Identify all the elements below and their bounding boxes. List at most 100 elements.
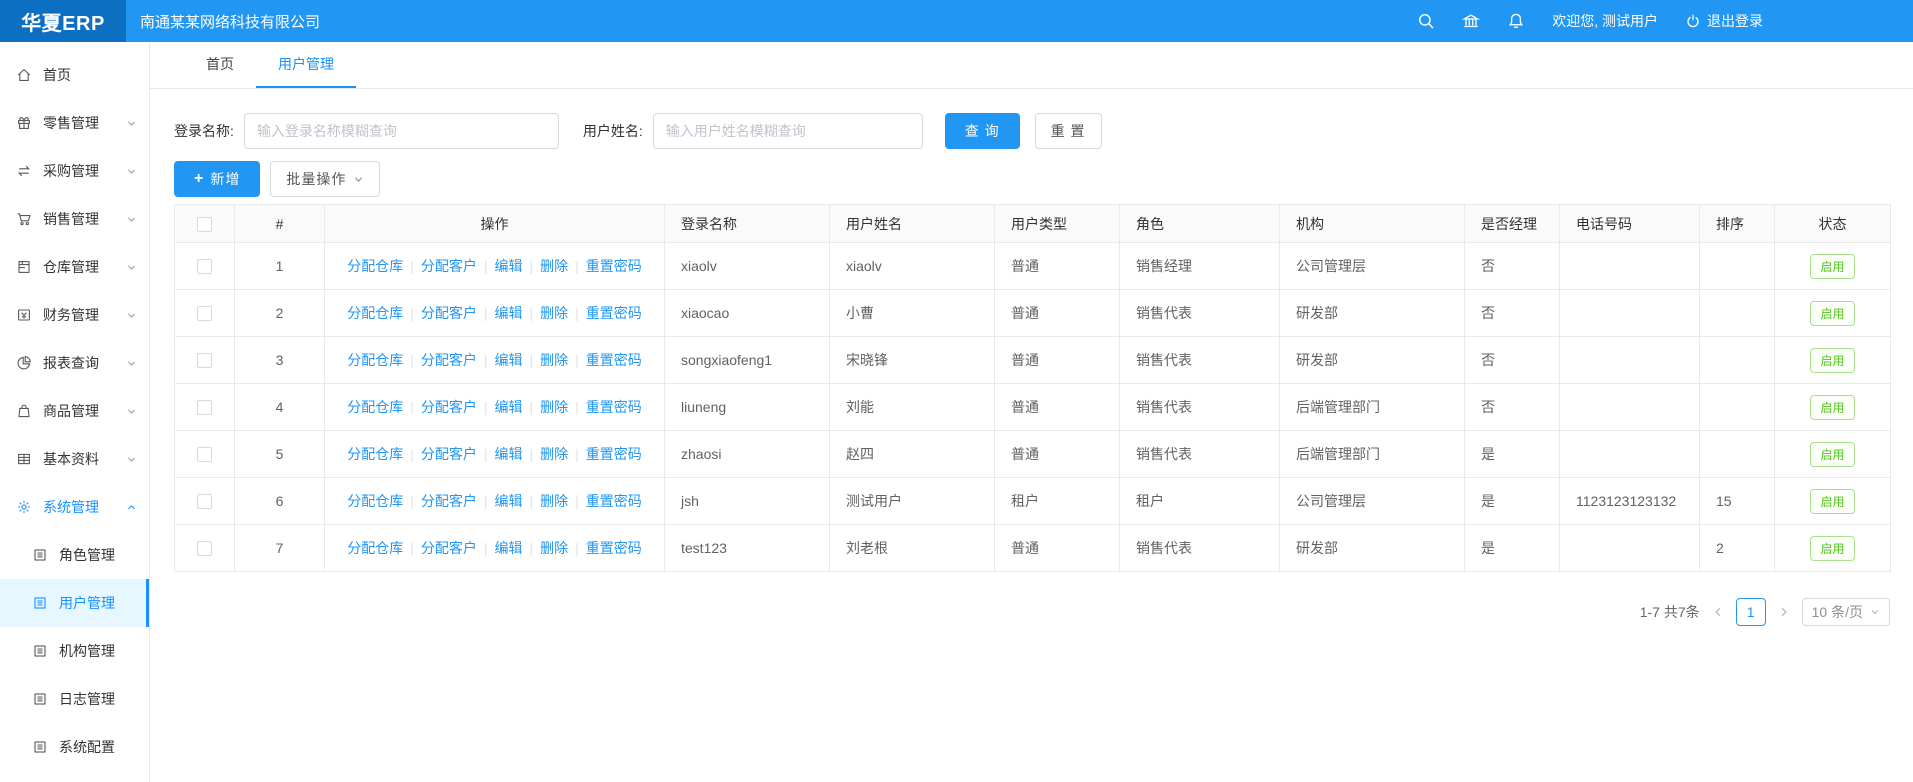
action-reset-password-link[interactable]: 重置密码 <box>586 446 642 462</box>
next-page-button[interactable] <box>1778 606 1790 618</box>
user-name-label: 用户姓名: <box>583 121 643 141</box>
action-assign-customer-link[interactable]: 分配客户 <box>421 493 477 509</box>
action-delete-link[interactable]: 删除 <box>540 352 568 368</box>
sidebar-item-report[interactable]: 报表查询 <box>0 339 149 387</box>
action-separator: | <box>410 352 414 368</box>
sidebar-item-label: 零售管理 <box>43 113 99 133</box>
sidebar-item-retail[interactable]: 零售管理 <box>0 99 149 147</box>
action-edit-link[interactable]: 编辑 <box>495 540 523 556</box>
sidebar-item-goods[interactable]: 商品管理 <box>0 387 149 435</box>
action-edit-link[interactable]: 编辑 <box>495 352 523 368</box>
action-assign-warehouse-link[interactable]: 分配仓库 <box>347 305 403 321</box>
action-assign-customer-link[interactable]: 分配客户 <box>421 305 477 321</box>
tab-user-manage[interactable]: 用户管理 <box>256 42 356 88</box>
page-number-button[interactable]: 1 <box>1736 598 1766 626</box>
sidebar-item-purchase[interactable]: 采购管理 <box>0 147 149 195</box>
sidebar-item-sales[interactable]: 销售管理 <box>0 195 149 243</box>
action-reset-password-link[interactable]: 重置密码 <box>586 540 642 556</box>
reset-button[interactable]: 重 置 <box>1035 113 1102 149</box>
action-assign-customer-link[interactable]: 分配客户 <box>421 399 477 415</box>
action-delete-link[interactable]: 删除 <box>540 399 568 415</box>
action-edit-link[interactable]: 编辑 <box>495 399 523 415</box>
sidebar-item-label: 仓库管理 <box>43 257 99 277</box>
action-delete-link[interactable]: 删除 <box>540 446 568 462</box>
cell-user_name: 宋晓锋 <box>830 337 995 384</box>
search-icon[interactable] <box>1417 12 1435 30</box>
batch-actions-button[interactable]: 批量操作 <box>270 161 380 197</box>
table-row: 7分配仓库|分配客户|编辑|删除|重置密码test123刘老根普通销售代表研发部… <box>175 525 1891 572</box>
sidebar-item-org-manage[interactable]: 机构管理 <box>0 627 149 675</box>
chevron-down-icon <box>126 310 137 321</box>
action-delete-link[interactable]: 删除 <box>540 305 568 321</box>
action-edit-link[interactable]: 编辑 <box>495 493 523 509</box>
status-badge[interactable]: 启用 <box>1810 348 1854 373</box>
row-actions: 分配仓库|分配客户|编辑|删除|重置密码 <box>325 290 665 337</box>
action-assign-warehouse-link[interactable]: 分配仓库 <box>347 352 403 368</box>
action-assign-warehouse-link[interactable]: 分配仓库 <box>347 540 403 556</box>
action-edit-link[interactable]: 编辑 <box>495 305 523 321</box>
action-assign-customer-link[interactable]: 分配客户 <box>421 446 477 462</box>
action-separator: | <box>484 493 488 509</box>
sidebar-item-role-manage[interactable]: 角色管理 <box>0 531 149 579</box>
action-reset-password-link[interactable]: 重置密码 <box>586 305 642 321</box>
logout-button[interactable]: 退出登录 <box>1685 11 1763 31</box>
action-separator: | <box>530 540 534 556</box>
goods-icon <box>16 403 32 419</box>
page-size-select[interactable]: 10 条/页 <box>1802 598 1890 626</box>
action-assign-customer-link[interactable]: 分配客户 <box>421 540 477 556</box>
row-checkbox[interactable] <box>197 353 212 368</box>
status-badge[interactable]: 启用 <box>1810 489 1854 514</box>
action-reset-password-link[interactable]: 重置密码 <box>586 352 642 368</box>
action-assign-warehouse-link[interactable]: 分配仓库 <box>347 493 403 509</box>
status-badge[interactable]: 启用 <box>1810 395 1854 420</box>
action-reset-password-link[interactable]: 重置密码 <box>586 493 642 509</box>
chevron-down-icon <box>126 406 137 417</box>
status-badge[interactable]: 启用 <box>1810 254 1854 279</box>
action-separator: | <box>530 446 534 462</box>
action-reset-password-link[interactable]: 重置密码 <box>586 399 642 415</box>
action-assign-customer-link[interactable]: 分配客户 <box>421 258 477 274</box>
sidebar-item-label: 机构管理 <box>59 641 115 661</box>
action-assign-customer-link[interactable]: 分配客户 <box>421 352 477 368</box>
cell-user_type: 普通 <box>995 384 1120 431</box>
sidebar-item-sys-config[interactable]: 系统配置 <box>0 723 149 771</box>
action-assign-warehouse-link[interactable]: 分配仓库 <box>347 258 403 274</box>
bank-icon[interactable] <box>1462 12 1480 30</box>
status-badge[interactable]: 启用 <box>1810 442 1854 467</box>
status-badge[interactable]: 启用 <box>1810 536 1854 561</box>
sidebar-item-system[interactable]: 系统管理 <box>0 483 149 531</box>
add-button[interactable]: +新增 <box>174 161 260 197</box>
row-checkbox[interactable] <box>197 306 212 321</box>
login-name-input[interactable] <box>244 113 559 149</box>
row-checkbox[interactable] <box>197 541 212 556</box>
action-edit-link[interactable]: 编辑 <box>495 258 523 274</box>
search-button[interactable]: 查 询 <box>945 113 1020 149</box>
sidebar-item-log-manage[interactable]: 日志管理 <box>0 675 149 723</box>
action-assign-warehouse-link[interactable]: 分配仓库 <box>347 446 403 462</box>
action-reset-password-link[interactable]: 重置密码 <box>586 258 642 274</box>
status-badge[interactable]: 启用 <box>1810 301 1854 326</box>
row-checkbox[interactable] <box>197 259 212 274</box>
app-logo[interactable]: 华夏ERP <box>0 0 126 42</box>
row-checkbox[interactable] <box>197 494 212 509</box>
table-row: 5分配仓库|分配客户|编辑|删除|重置密码zhaosi赵四普通销售代表后端管理部… <box>175 431 1891 478</box>
action-delete-link[interactable]: 删除 <box>540 493 568 509</box>
action-delete-link[interactable]: 删除 <box>540 258 568 274</box>
sidebar-item-user-manage[interactable]: 用户管理 <box>0 579 149 627</box>
row-checkbox[interactable] <box>197 400 212 415</box>
select-all-checkbox[interactable] <box>197 217 212 232</box>
action-separator: | <box>410 258 414 274</box>
sidebar-item-finance[interactable]: 财务管理 <box>0 291 149 339</box>
column-header: 操作 <box>325 205 665 243</box>
row-checkbox[interactable] <box>197 447 212 462</box>
action-assign-warehouse-link[interactable]: 分配仓库 <box>347 399 403 415</box>
prev-page-button[interactable] <box>1712 606 1724 618</box>
action-delete-link[interactable]: 删除 <box>540 540 568 556</box>
sidebar-item-warehouse[interactable]: 仓库管理 <box>0 243 149 291</box>
action-edit-link[interactable]: 编辑 <box>495 446 523 462</box>
sidebar-item-home[interactable]: 首页 <box>0 51 149 99</box>
bell-icon[interactable] <box>1507 12 1525 30</box>
user-name-input[interactable] <box>653 113 923 149</box>
tab-home[interactable]: 首页 <box>184 42 256 88</box>
sidebar-item-basic[interactable]: 基本资料 <box>0 435 149 483</box>
